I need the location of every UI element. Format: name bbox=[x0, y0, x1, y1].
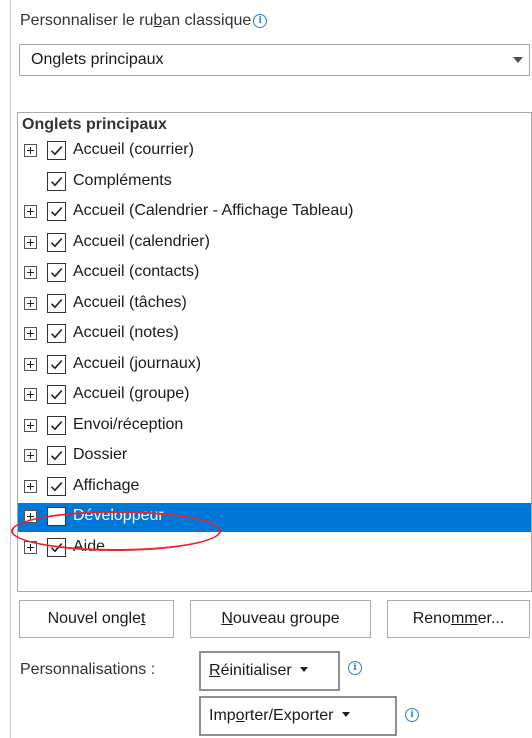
caret-down-icon bbox=[299, 667, 308, 672]
tree-item[interactable]: Affichage bbox=[18, 473, 531, 502]
tree-item[interactable]: Développeur bbox=[18, 503, 531, 532]
chevron-down-icon[interactable] bbox=[513, 57, 523, 63]
tree-item[interactable]: Aide bbox=[18, 534, 531, 563]
checkbox-checked[interactable] bbox=[47, 141, 66, 160]
tree-item-label: Accueil (tâches) bbox=[73, 293, 187, 311]
expand-plus-icon[interactable] bbox=[24, 296, 37, 310]
main-tabs-tree[interactable]: Onglets principaux Accueil (courrier) Com… bbox=[17, 112, 532, 592]
checkbox-checked[interactable] bbox=[47, 446, 66, 465]
expand-plus-icon[interactable] bbox=[24, 235, 37, 249]
checkbox-unchecked[interactable] bbox=[47, 507, 66, 526]
caret-down-icon bbox=[341, 712, 350, 717]
expand-plus-icon[interactable] bbox=[24, 388, 37, 401]
checkbox-checked[interactable] bbox=[47, 263, 66, 282]
expand-plus-icon[interactable] bbox=[24, 418, 37, 432]
tree-item-label: Aide bbox=[73, 537, 106, 555]
tree-item-label: Envoi/réception bbox=[73, 415, 184, 433]
checkbox-checked[interactable] bbox=[47, 385, 66, 404]
expand-plus-icon[interactable] bbox=[24, 479, 37, 493]
new-tab-button[interactable]: Nouvel onglet bbox=[19, 600, 174, 638]
expand-plus-icon[interactable] bbox=[24, 266, 37, 279]
pane-left-border bbox=[10, 0, 11, 738]
customize-ribbon-label: Personnaliser le ruban classique i bbox=[20, 12, 268, 30]
reset-info-icon[interactable]: i bbox=[348, 661, 362, 675]
tree-item[interactable]: Accueil (calendrier) bbox=[18, 229, 531, 258]
tree-item[interactable]: Accueil (Calendrier - Affichage Tableau) bbox=[18, 198, 531, 227]
tree-item[interactable]: Accueil (courrier) bbox=[18, 137, 531, 166]
tree-item-label: Dossier bbox=[73, 446, 128, 463]
checkbox-checked[interactable] bbox=[47, 354, 66, 374]
tree-item-label: Accueil (courrier) bbox=[73, 141, 194, 158]
tree-item[interactable]: Accueil (groupe) bbox=[18, 381, 531, 410]
new-group-button[interactable]: Nouveau groupe bbox=[190, 600, 371, 638]
checkbox-checked[interactable] bbox=[47, 293, 66, 313]
tree-item-label: Affichage bbox=[73, 476, 140, 494]
tree-item[interactable]: Compléments bbox=[18, 168, 531, 197]
checkbox-checked[interactable] bbox=[47, 202, 66, 221]
tree-item-label: Accueil (groupe) bbox=[73, 385, 190, 402]
customizations-label: Personnalisations : bbox=[20, 661, 156, 678]
tree-item-label: Accueil (Calendrier - Affichage Tableau) bbox=[73, 202, 354, 219]
expand-plus-icon[interactable] bbox=[24, 327, 37, 340]
checkbox-checked[interactable] bbox=[47, 324, 66, 343]
import-export-menu-button[interactable]: Importer/Exporter bbox=[199, 696, 397, 736]
expand-plus-icon[interactable] bbox=[24, 540, 37, 554]
expand-plus-icon[interactable] bbox=[24, 449, 37, 462]
checkbox-checked[interactable] bbox=[47, 537, 66, 557]
checkbox-checked[interactable] bbox=[47, 232, 66, 252]
tree-item-label: Accueil (journaux) bbox=[73, 354, 202, 372]
expand-plus-icon[interactable] bbox=[24, 510, 37, 523]
dropdown-value: Onglets principaux bbox=[31, 51, 164, 68]
tree-item[interactable]: Dossier bbox=[18, 442, 531, 471]
reset-menu-button[interactable]: Réinitialiser bbox=[199, 651, 340, 691]
tree-item-label: Accueil (contacts) bbox=[73, 263, 200, 280]
tree-item[interactable]: Accueil (contacts) bbox=[18, 259, 531, 288]
tree-item-label: Compléments bbox=[73, 171, 172, 189]
tree-item-label: Accueil (notes) bbox=[73, 324, 179, 341]
rename-button[interactable]: Renommer... bbox=[387, 600, 530, 638]
tree-item-label: Accueil (calendrier) bbox=[73, 232, 210, 250]
tabs-type-dropdown[interactable]: Onglets principaux bbox=[19, 44, 530, 76]
checkbox-checked[interactable] bbox=[47, 415, 66, 435]
checkbox-checked[interactable] bbox=[47, 476, 66, 496]
tree-item[interactable]: Accueil (journaux) bbox=[18, 351, 531, 380]
checkbox-checked[interactable] bbox=[47, 171, 66, 191]
tree-item[interactable]: Accueil (tâches) bbox=[18, 290, 531, 319]
tree-header: Onglets principaux bbox=[22, 116, 167, 133]
expand-plus-icon[interactable] bbox=[24, 357, 37, 371]
tree-item[interactable]: Envoi/réception bbox=[18, 412, 531, 441]
expand-plus-icon[interactable] bbox=[24, 144, 37, 157]
tree-item[interactable]: Accueil (notes) bbox=[18, 320, 531, 349]
import-export-info-icon[interactable]: i bbox=[405, 708, 419, 722]
expand-plus-icon[interactable] bbox=[24, 205, 37, 218]
info-icon[interactable]: i bbox=[253, 14, 268, 28]
tree-item-label: Développeur bbox=[73, 507, 164, 524]
